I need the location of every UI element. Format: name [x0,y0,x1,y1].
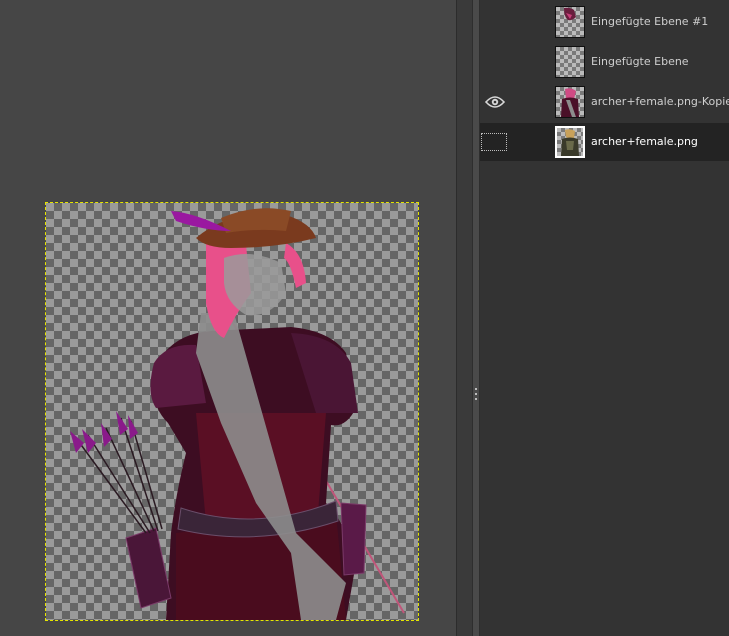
layer-thumbnail[interactable] [555,86,585,118]
canvas-scroll-gutter [456,0,473,636]
layer-name[interactable]: archer+female.png [591,123,698,161]
layer-name[interactable]: Eingefügte Ebene #1 [591,3,708,41]
layer-row[interactable]: Eingefügte Ebene #1 [480,3,729,41]
visibility-toggle[interactable] [480,3,510,41]
panel-divider-handle[interactable] [472,0,480,636]
grip-dots-icon [475,388,477,408]
visibility-toggle[interactable] [480,43,510,81]
layer-chain-toggle[interactable] [481,133,507,151]
eye-icon [485,96,505,108]
visibility-toggle[interactable] [480,123,510,161]
layer-row[interactable]: Eingefügte Ebene [480,43,729,81]
layers-panel: Eingefügte Ebene #1 Eingefügte Ebene arc… [480,0,729,636]
archer-artwork [70,208,405,620]
image-canvas-area[interactable] [0,0,456,636]
layer-thumbnail[interactable] [555,6,585,38]
layer-thumbnail[interactable] [555,46,585,78]
layer-name[interactable]: Eingefügte Ebene [591,43,689,81]
image-canvas[interactable] [46,203,418,620]
layer-row[interactable]: archer+female.png-Kopie [480,83,729,121]
layer-name[interactable]: archer+female.png-Kopie [591,83,729,121]
layer-thumbnail[interactable] [555,126,585,158]
visibility-toggle[interactable] [480,83,510,121]
layer-row-selected[interactable]: archer+female.png [480,123,729,161]
